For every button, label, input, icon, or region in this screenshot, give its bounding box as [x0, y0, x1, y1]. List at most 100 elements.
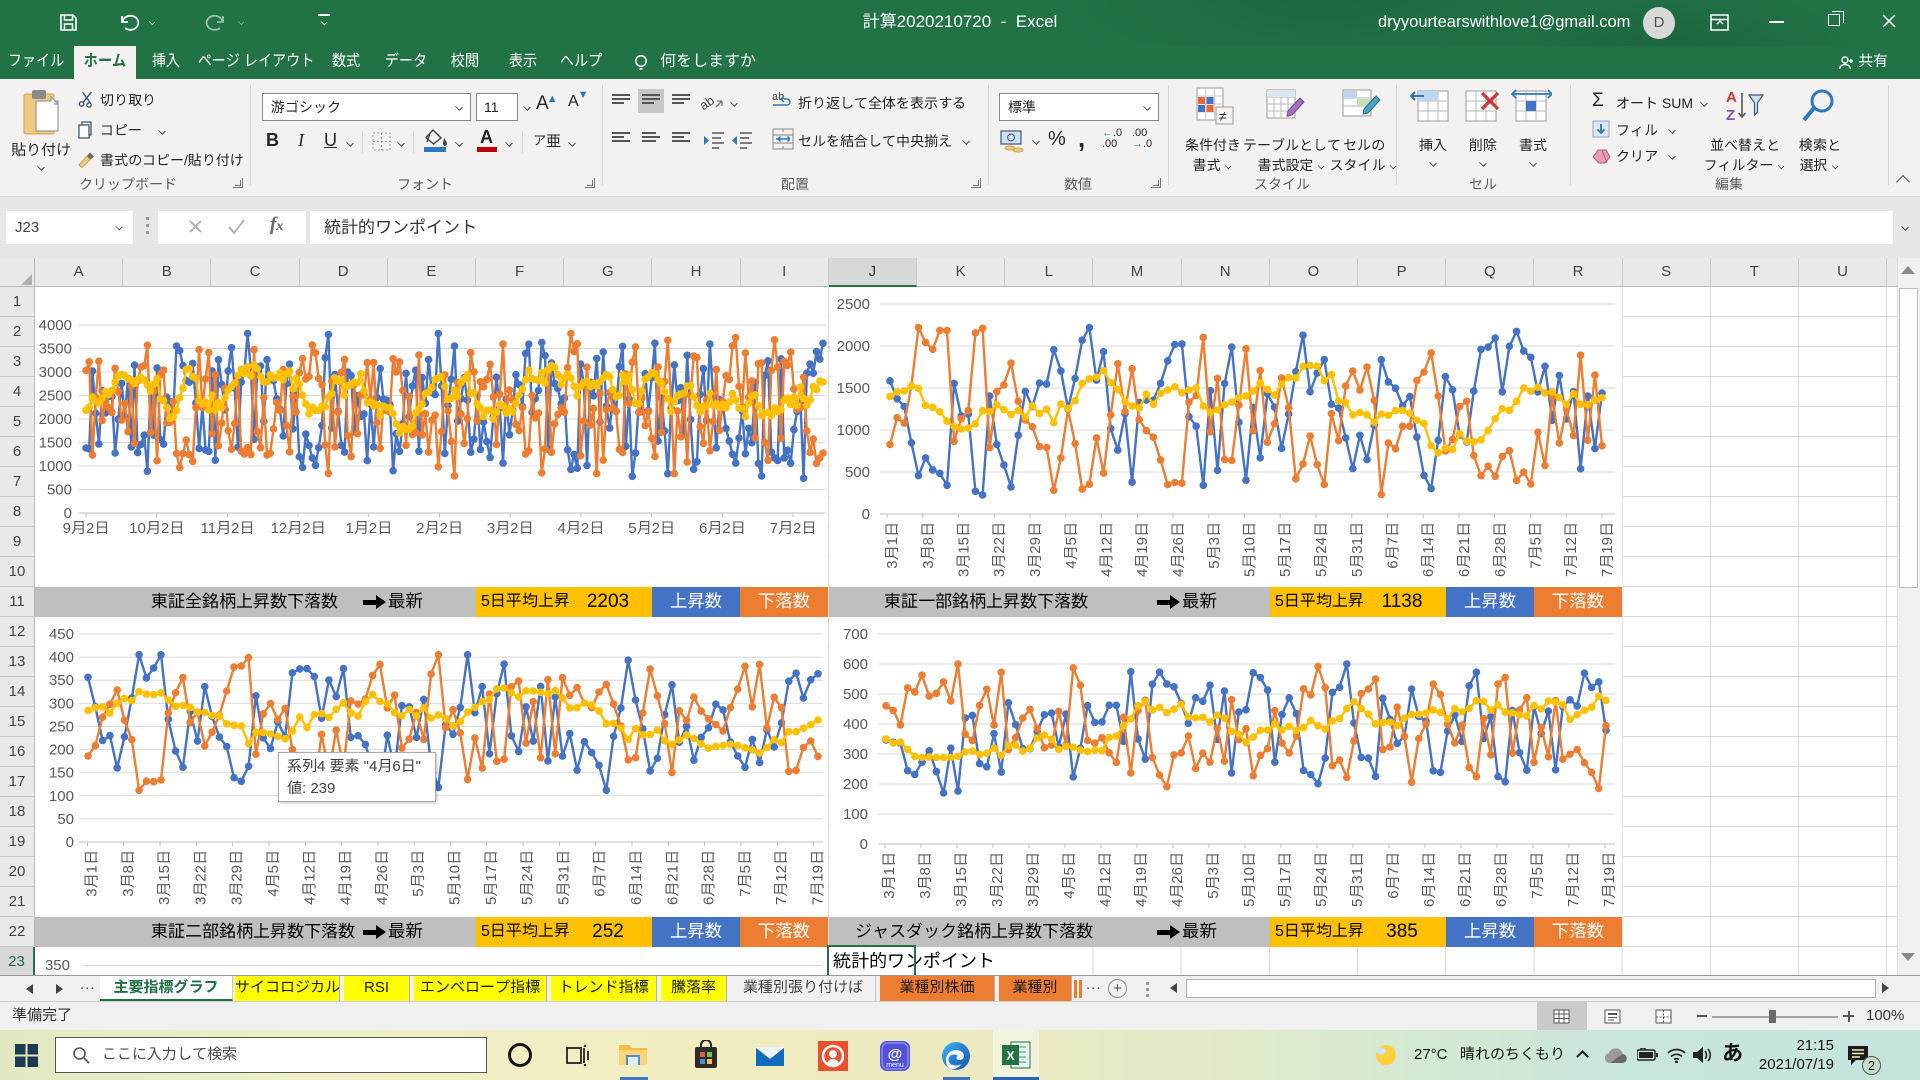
svg-text:3月8日: 3月8日 — [917, 852, 934, 899]
svg-text:300: 300 — [843, 746, 868, 763]
svg-text:100: 100 — [49, 788, 74, 805]
svg-text:50: 50 — [57, 811, 74, 828]
svg-text:3月22日: 3月22日 — [192, 850, 209, 905]
svg-text:3月15日: 3月15日 — [156, 850, 173, 905]
svg-text:9月2日: 9月2日 — [63, 520, 110, 537]
svg-text:5月24日: 5月24日 — [1313, 522, 1330, 577]
svg-text:5月10日: 5月10日 — [1242, 522, 1259, 577]
svg-text:2月2日: 2月2日 — [416, 520, 463, 537]
svg-text:menu: menu — [886, 1062, 904, 1069]
svg-text:1月2日: 1月2日 — [345, 520, 392, 537]
svg-text:3月8日: 3月8日 — [120, 850, 137, 897]
svg-text:5月2日: 5月2日 — [628, 520, 675, 537]
svg-text:2500: 2500 — [39, 388, 72, 405]
svg-text:7月19日: 7月19日 — [1599, 522, 1616, 577]
svg-text:4月5日: 4月5日 — [265, 850, 282, 897]
svg-text:200: 200 — [843, 776, 868, 793]
svg-text:6月28日: 6月28日 — [1492, 522, 1509, 577]
svg-text:3月1日: 3月1日 — [881, 852, 898, 899]
svg-text:5月31日: 5月31日 — [555, 850, 572, 905]
svg-text:5月31日: 5月31日 — [1349, 852, 1366, 907]
svg-text:7月5日: 7月5日 — [737, 850, 754, 897]
svg-text:1500: 1500 — [837, 380, 870, 397]
svg-text:5月3日: 5月3日 — [1205, 852, 1222, 899]
svg-text:A: A — [1726, 89, 1737, 106]
svg-text:4月12日: 4月12日 — [1097, 852, 1114, 907]
svg-text:0: 0 — [860, 836, 868, 853]
svg-text:150: 150 — [49, 765, 74, 782]
svg-text:11月2日: 11月2日 — [200, 520, 254, 537]
svg-text:4月19日: 4月19日 — [1133, 852, 1150, 907]
svg-text:7月12日: 7月12日 — [1563, 522, 1580, 577]
svg-text:4000: 4000 — [39, 317, 72, 334]
svg-text:5月3日: 5月3日 — [410, 850, 427, 897]
svg-text:4月19日: 4月19日 — [338, 850, 355, 905]
svg-text:350: 350 — [49, 672, 74, 689]
svg-text:6月14日: 6月14日 — [628, 850, 645, 905]
svg-text:3月2日: 3月2日 — [487, 520, 534, 537]
svg-text:2000: 2000 — [39, 411, 72, 428]
svg-text:4月26日: 4月26日 — [1169, 852, 1186, 907]
svg-text:0: 0 — [66, 834, 74, 851]
svg-text:300: 300 — [49, 695, 74, 712]
svg-text:2000: 2000 — [837, 338, 870, 355]
svg-text:10月2日: 10月2日 — [129, 520, 184, 537]
svg-text:6月14日: 6月14日 — [1421, 852, 1438, 907]
svg-text:3月29日: 3月29日 — [1025, 852, 1042, 907]
svg-text:7月5日: 7月5日 — [1529, 852, 1546, 899]
svg-text:ab: ab — [700, 93, 717, 113]
svg-text:12月2日: 12月2日 — [271, 520, 326, 537]
svg-text:1000: 1000 — [837, 422, 870, 439]
svg-text:7月19日: 7月19日 — [810, 850, 827, 905]
svg-text:6月21日: 6月21日 — [1457, 852, 1474, 907]
svg-text:3月8日: 3月8日 — [920, 522, 937, 569]
svg-text:100: 100 — [843, 806, 868, 823]
svg-text:450: 450 — [49, 626, 74, 643]
svg-text:3500: 3500 — [39, 341, 72, 358]
svg-text:1000: 1000 — [39, 458, 72, 475]
svg-text:3月15日: 3月15日 — [956, 522, 973, 577]
svg-text:@: @ — [888, 1046, 903, 1063]
svg-text:Z: Z — [1726, 107, 1735, 124]
svg-text:500: 500 — [845, 464, 870, 481]
svg-text:2500: 2500 — [837, 296, 870, 313]
svg-text:4月12日: 4月12日 — [1099, 522, 1116, 577]
svg-text:400: 400 — [843, 716, 868, 733]
svg-text:6月14日: 6月14日 — [1420, 522, 1437, 577]
svg-text:3月15日: 3月15日 — [953, 852, 970, 907]
svg-text:5月24日: 5月24日 — [519, 850, 536, 905]
svg-text:5月24日: 5月24日 — [1313, 852, 1330, 907]
svg-text:7月12日: 7月12日 — [773, 850, 790, 905]
svg-text:7月19日: 7月19日 — [1601, 852, 1618, 907]
svg-text:3月1日: 3月1日 — [884, 522, 901, 569]
svg-text:6月21日: 6月21日 — [664, 850, 681, 905]
svg-text:400: 400 — [49, 649, 74, 666]
svg-text:500: 500 — [47, 482, 72, 499]
svg-text:6月21日: 6月21日 — [1456, 522, 1473, 577]
svg-text:3月22日: 3月22日 — [989, 852, 1006, 907]
svg-text:5月17日: 5月17日 — [1277, 522, 1294, 577]
svg-text:5月17日: 5月17日 — [483, 850, 500, 905]
svg-text:5月31日: 5月31日 — [1349, 522, 1366, 577]
svg-text:4月26日: 4月26日 — [1170, 522, 1187, 577]
svg-text:3月29日: 3月29日 — [229, 850, 246, 905]
svg-text:6月7日: 6月7日 — [592, 850, 609, 897]
svg-text:200: 200 — [49, 742, 74, 759]
svg-text:4月26日: 4月26日 — [374, 850, 391, 905]
svg-text:1500: 1500 — [39, 435, 72, 452]
svg-text:4月19日: 4月19日 — [1134, 522, 1151, 577]
svg-text:3月1日: 3月1日 — [84, 850, 101, 897]
svg-text:5月10日: 5月10日 — [1241, 852, 1258, 907]
svg-text:600: 600 — [843, 656, 868, 673]
svg-text:6月2日: 6月2日 — [699, 520, 746, 537]
svg-text:6月28日: 6月28日 — [1493, 852, 1510, 907]
svg-text:3000: 3000 — [39, 364, 72, 381]
svg-text:7月12日: 7月12日 — [1565, 852, 1582, 907]
svg-text:5月3日: 5月3日 — [1206, 522, 1223, 569]
svg-text:7月5日: 7月5日 — [1528, 522, 1545, 569]
svg-text:6月7日: 6月7日 — [1385, 852, 1402, 899]
svg-text:250: 250 — [49, 718, 74, 735]
svg-text:0: 0 — [862, 506, 870, 523]
svg-text:3月22日: 3月22日 — [991, 522, 1008, 577]
svg-text:≠: ≠ — [1219, 108, 1227, 124]
